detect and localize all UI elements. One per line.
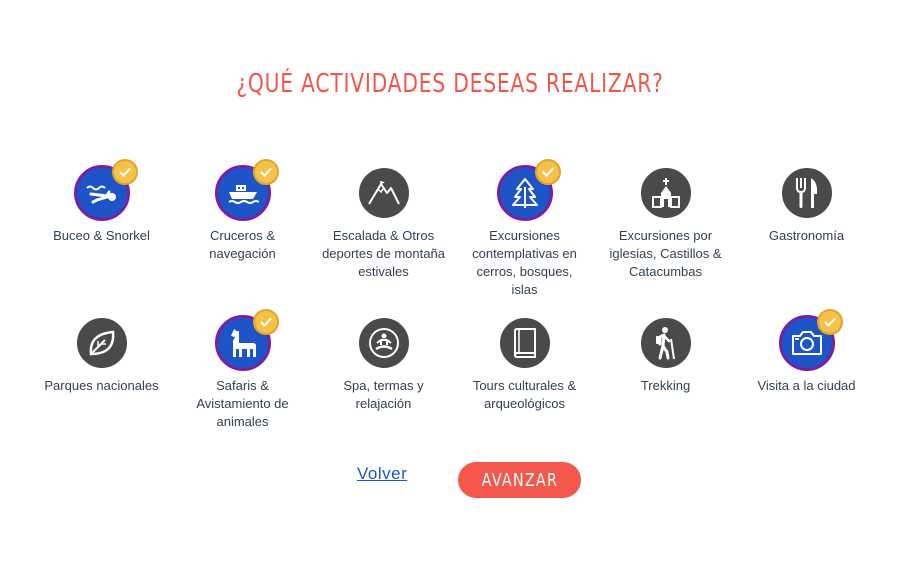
activity-label: Tours culturales & arqueológicos: [472, 378, 577, 411]
activity-safaris[interactable]: Safaris & Avistamiento de animales: [172, 309, 313, 445]
meditation-icon: [355, 315, 412, 371]
activity-label: Spa, termas y relajación: [343, 378, 424, 411]
activity-spa[interactable]: Spa, termas y relajación: [313, 315, 454, 445]
check-icon: [111, 159, 138, 185]
church-icon: [637, 165, 694, 221]
mountain-icon: [355, 165, 412, 221]
back-link[interactable]: Volver: [357, 464, 407, 484]
activity-label: Excursiones contemplativas en cerros, bo…: [472, 228, 577, 297]
book-icon: [496, 315, 553, 371]
hiker-icon: [637, 315, 694, 371]
activity-gastronomia[interactable]: Gastronomía: [736, 165, 877, 315]
activity-tours-culturales[interactable]: Tours culturales & arqueológicos: [454, 315, 595, 445]
activity-cruceros[interactable]: Cruceros & navegación: [172, 159, 313, 315]
activity-label: Buceo & Snorkel: [53, 228, 150, 243]
check-icon: [252, 309, 279, 335]
activity-buceo-snorkel[interactable]: Buceo & Snorkel: [31, 159, 172, 315]
activity-label: Visita a la ciudad: [757, 378, 856, 393]
activity-excursiones-contemplativas[interactable]: Excursiones contemplativas en cerros, bo…: [454, 159, 595, 315]
check-icon: [252, 159, 279, 185]
activity-label: Safaris & Avistamiento de animales: [196, 378, 289, 429]
activity-visita-ciudad[interactable]: Visita a la ciudad: [736, 309, 877, 445]
activity-label: Cruceros & navegación: [209, 228, 276, 261]
activity-label: Escalada & Otros deportes de montaña est…: [322, 228, 445, 279]
leaf-icon: [73, 315, 130, 371]
activity-label: Trekking: [640, 378, 691, 393]
actions-bar: Volver AVANZAR: [0, 462, 900, 502]
activity-label: Excursiones por iglesias, Castillos & Ca…: [609, 228, 722, 279]
activity-trekking[interactable]: Trekking: [595, 315, 736, 445]
activities-grid: Buceo & Snorkel Cruceros & navegación Es…: [31, 159, 881, 445]
activity-excursiones-iglesias[interactable]: Excursiones por iglesias, Castillos & Ca…: [595, 165, 736, 315]
check-icon: [816, 309, 843, 335]
activity-escalada[interactable]: Escalada & Otros deportes de montaña est…: [313, 165, 454, 315]
next-button-label: AVANZAR: [481, 469, 558, 491]
activity-label: Parques nacionales: [44, 378, 159, 393]
activity-label: Gastronomía: [768, 228, 845, 243]
activity-parques-nacionales[interactable]: Parques nacionales: [31, 315, 172, 445]
page-title: ¿QUÉ ACTIVIDADES DESEAS REALIZAR?: [236, 69, 664, 100]
fork-knife-icon: [778, 165, 835, 221]
check-icon: [534, 159, 561, 185]
next-button[interactable]: AVANZAR: [458, 462, 581, 498]
